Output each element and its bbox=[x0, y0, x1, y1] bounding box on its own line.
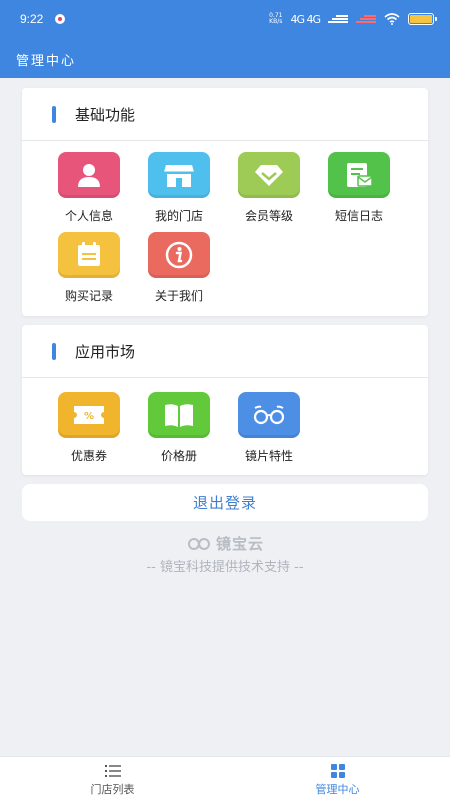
top-bar: 9:22 0.71 KB/s 4G 4G 管理中心 bbox=[0, 0, 450, 78]
tile-label: 个人信息 bbox=[64, 209, 113, 223]
coupon-icon: % bbox=[58, 392, 120, 438]
support-text: -- 镜宝科技提供技术支持 -- bbox=[146, 560, 304, 575]
network-speed: 0.71 KB/s bbox=[269, 13, 282, 25]
tab-management-center[interactable]: 管理中心 bbox=[225, 757, 450, 800]
tile-label: 购买记录 bbox=[64, 289, 113, 303]
cloud-logo-icon bbox=[188, 537, 210, 550]
signal-bars-icon bbox=[328, 14, 348, 24]
personal-info-button[interactable]: 个人信息 bbox=[44, 151, 134, 231]
app-market-card: 应用市场 % 优惠券 价格册 镜片特性 bbox=[22, 325, 428, 475]
brand-name: 镜宝云 bbox=[215, 535, 264, 553]
basic-functions-card: 基础功能 个人信息 我的门店 会员等级 短信日志 购买记录 关于我们 bbox=[22, 88, 428, 316]
page-title: 管理中心 bbox=[16, 54, 77, 69]
tile-label: 会员等级 bbox=[244, 209, 293, 223]
tab-label: 门店列表 bbox=[90, 783, 135, 796]
status-time: 9:22 bbox=[20, 12, 44, 26]
book-icon bbox=[148, 392, 210, 438]
info-icon bbox=[148, 232, 210, 278]
store-icon bbox=[148, 152, 210, 198]
wifi-icon bbox=[384, 13, 400, 25]
tile-label: 短信日志 bbox=[334, 209, 383, 223]
tile-label: 我的门店 bbox=[154, 209, 203, 223]
tab-label: 管理中心 bbox=[315, 783, 360, 796]
message-log-icon bbox=[328, 152, 390, 198]
my-store-button[interactable]: 我的门店 bbox=[134, 151, 224, 231]
price-book-button[interactable]: 价格册 bbox=[134, 391, 224, 471]
brand-logo: 镜宝云 bbox=[0, 533, 450, 554]
about-us-button[interactable]: 关于我们 bbox=[134, 231, 224, 311]
user-icon bbox=[58, 152, 120, 198]
section-header: 应用市场 bbox=[22, 325, 428, 378]
section-title: 基础功能 bbox=[75, 105, 136, 124]
signal-bars-red-icon bbox=[356, 14, 376, 24]
tile-label: 关于我们 bbox=[154, 289, 203, 303]
coupon-button[interactable]: % 优惠券 bbox=[44, 391, 134, 471]
sms-log-button[interactable]: 短信日志 bbox=[314, 151, 404, 231]
list-icon bbox=[104, 765, 121, 777]
section-marker bbox=[52, 105, 56, 123]
member-level-button[interactable]: 会员等级 bbox=[224, 151, 314, 231]
speed-unit: KB/s bbox=[269, 18, 283, 25]
battery-icon bbox=[408, 13, 437, 25]
calendar-icon bbox=[58, 232, 120, 278]
svg-text:%: % bbox=[84, 411, 94, 422]
tab-store-list[interactable]: 门店列表 bbox=[0, 757, 225, 800]
purchase-record-button[interactable]: 购买记录 bbox=[44, 231, 134, 311]
tile-label: 优惠券 bbox=[70, 449, 107, 463]
diamond-icon bbox=[238, 152, 300, 198]
signal-icon: 4G 4G bbox=[290, 12, 321, 26]
glasses-icon bbox=[238, 392, 300, 438]
bottom-tab-bar: 门店列表 管理中心 bbox=[0, 756, 450, 800]
lens-features-button[interactable]: 镜片特性 bbox=[224, 391, 314, 471]
section-title: 应用市场 bbox=[75, 342, 136, 361]
logout-button[interactable]: 退出登录 bbox=[22, 484, 428, 521]
notification-icon bbox=[55, 14, 66, 24]
section-marker bbox=[52, 342, 56, 360]
status-bar: 9:22 0.71 KB/s 4G 4G bbox=[0, 0, 450, 38]
grid-icon bbox=[330, 764, 345, 778]
tile-label: 价格册 bbox=[160, 449, 197, 463]
section-header: 基础功能 bbox=[22, 88, 428, 141]
tile-label: 镜片特性 bbox=[244, 449, 293, 463]
